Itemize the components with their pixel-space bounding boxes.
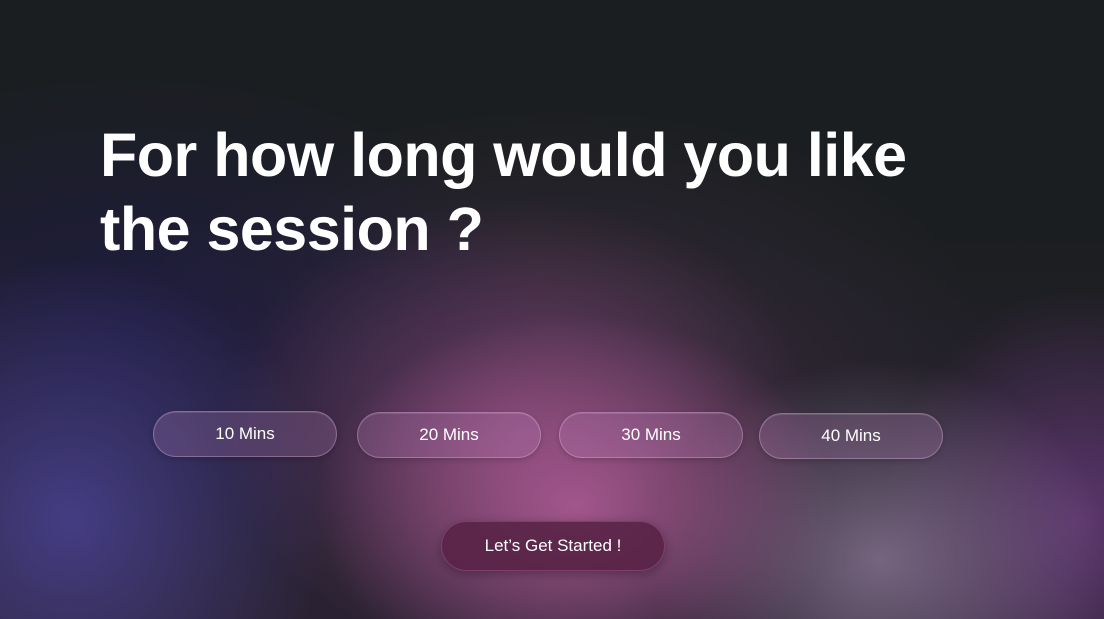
duration-option-20-mins[interactable]: 20 Mins	[357, 412, 541, 458]
page-title: For how long would you like the session …	[100, 121, 907, 263]
duration-option-30-mins[interactable]: 30 Mins	[559, 412, 743, 458]
duration-options: 10 Mins 20 Mins 30 Mins 40 Mins	[153, 411, 953, 461]
duration-option-40-mins[interactable]: 40 Mins	[759, 413, 943, 459]
get-started-button[interactable]: Let’s Get Started !	[441, 521, 665, 571]
duration-option-10-mins[interactable]: 10 Mins	[153, 411, 337, 457]
